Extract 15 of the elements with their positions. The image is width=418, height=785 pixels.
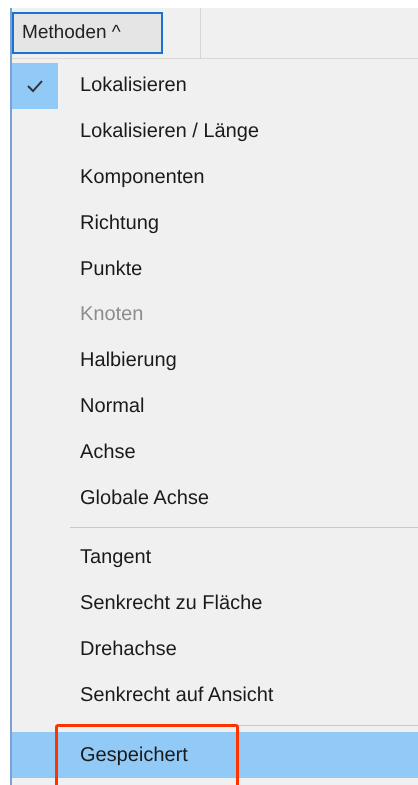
menu-item[interactable]: Richtung: [12, 200, 418, 246]
menu-item[interactable]: Senkrecht auf Ansicht: [12, 672, 418, 718]
menu-item[interactable]: Globale Achse: [12, 475, 418, 521]
menu-item[interactable]: Lokalisieren: [12, 63, 418, 109]
menu-item[interactable]: Lokalisieren / Länge: [12, 108, 418, 155]
menu-item[interactable]: Komponenten: [12, 154, 418, 200]
menu-item[interactable]: Drehachse: [12, 626, 418, 672]
menu-item[interactable]: Normal: [12, 384, 418, 430]
menu-item[interactable]: Tangent: [12, 534, 418, 581]
menu-item[interactable]: Senkrecht zu Fläche: [12, 580, 418, 627]
methods-dropdown-button[interactable]: Methoden ^: [12, 12, 163, 54]
menu-item[interactable]: Punkte: [12, 246, 418, 292]
menu-item[interactable]: Gespeichert: [12, 732, 418, 778]
menu-item[interactable]: Achse: [12, 429, 418, 476]
menu-item[interactable]: Halbierung: [12, 338, 418, 384]
